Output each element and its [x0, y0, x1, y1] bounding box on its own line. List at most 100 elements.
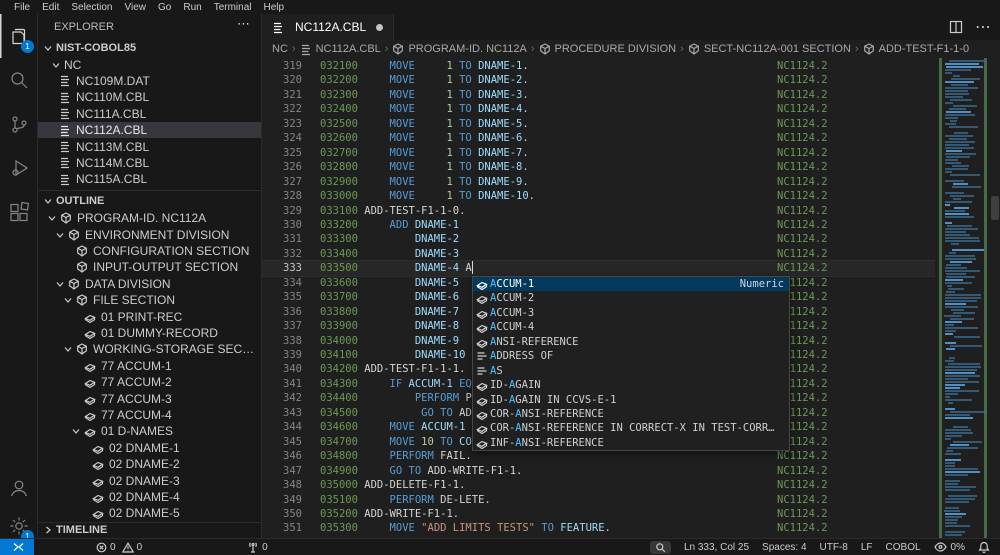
editor-line-331[interactable]: 331033300 DNAME-2NC1124.2: [262, 232, 935, 246]
menu-item-go[interactable]: Go: [152, 2, 177, 13]
suggest-item-as[interactable]: AS: [473, 363, 789, 377]
file-item-nc112a.cbl[interactable]: NC112A.CBL: [38, 122, 261, 138]
breadcrumb-item-add-test-f1-1-0[interactable]: ADD-TEST-F1-1-0: [863, 43, 969, 55]
zoom-status[interactable]: [650, 541, 671, 554]
menu-item-help[interactable]: Help: [258, 2, 291, 13]
file-item-nc113m.cbl[interactable]: NC113M.CBL: [38, 138, 261, 154]
code-line[interactable]: 033600 DNAME-5: [320, 276, 459, 290]
outline-item-77-accum-1[interactable]: 77 ACCUM-1: [38, 358, 261, 374]
outline-item-02-dname-4[interactable]: 02 DNAME-4: [38, 489, 261, 505]
editor-line-326[interactable]: 326032800 MOVE 1 TO DNAME-8.NC1124.2: [262, 160, 935, 174]
breadcrumb-item-nc112a-cbl[interactable]: NC112A.CBL: [300, 43, 381, 56]
code-line[interactable]: 035200 ADD-WRITE-F1-1.: [320, 507, 459, 521]
editor-line-321[interactable]: 321032300 MOVE 1 TO DNAME-3.NC1124.2: [262, 88, 935, 102]
outline-item-program-id-nc112a[interactable]: PROGRAM-ID. NC112A: [38, 210, 261, 226]
code-line[interactable]: 034100 DNAME-10: [320, 348, 465, 362]
outline-item-01-print-rec[interactable]: 01 PRINT-REC: [38, 308, 261, 324]
ports-status[interactable]: 0: [247, 541, 268, 553]
code-line[interactable]: 032300 MOVE 1 TO DNAME-3.: [320, 88, 529, 102]
editor-line-351[interactable]: 351035300 MOVE "ADD LIMITS TESTS" TO FEA…: [262, 521, 935, 535]
code-line[interactable]: 032500 MOVE 1 TO DNAME-5.: [320, 117, 529, 131]
code-line[interactable]: 032800 MOVE 1 TO DNAME-8.: [320, 160, 529, 174]
outline-section-header[interactable]: OUTLINE: [38, 190, 261, 210]
outline-item-01-d-names[interactable]: 01 D-NAMES: [38, 423, 261, 439]
menu-item-edit[interactable]: Edit: [36, 2, 65, 13]
outline-item-02-dname-2[interactable]: 02 DNAME-2: [38, 456, 261, 472]
editor-line-329[interactable]: 329033100 ADD-TEST-F1-1-0.NC1124.2: [262, 204, 935, 218]
code-line[interactable]: 032100 MOVE 1 TO DNAME-1.: [320, 59, 529, 73]
screencast-status[interactable]: 0%: [934, 542, 965, 553]
file-item-nc109m.dat[interactable]: NC109M.DAT: [38, 73, 261, 89]
suggest-item-id-again-in-ccvs-e-1[interactable]: ID-AGAIN IN CCVS-E-1: [473, 392, 789, 406]
outline-item-input-output-section[interactable]: INPUT-OUTPUT SECTION: [38, 259, 261, 275]
indentation-status[interactable]: Spaces: 4: [762, 542, 806, 553]
code-line[interactable]: 034400 PERFORM PASS: [320, 391, 491, 405]
code-line[interactable]: 033400 DNAME-3: [320, 247, 459, 261]
editor-line-327[interactable]: 327032900 MOVE 1 TO DNAME-9.NC1124.2: [262, 175, 935, 189]
minimap[interactable]: [935, 58, 990, 538]
code-line[interactable]: 035300 MOVE "ADD LIMITS TESTS" TO FEATUR…: [320, 521, 611, 535]
breadcrumb-item-procedure-division[interactable]: PROCEDURE DIVISION: [539, 43, 677, 55]
code-editor[interactable]: 318032000 MOVE 0 TO ACCUM-4.NC1124.23190…: [262, 58, 1000, 538]
suggest-item-cor-ansi-reference[interactable]: COR-ANSI-REFERENCE: [473, 407, 789, 421]
notifications-bell-icon[interactable]: [978, 541, 990, 553]
remote-indicator[interactable]: [0, 539, 34, 555]
suggest-item-accum-2[interactable]: ACCUM-2: [473, 291, 789, 305]
code-line[interactable]: 032200 MOVE 1 TO DNAME-2.: [320, 73, 529, 87]
outline-item-data-division[interactable]: DATA DIVISION: [38, 276, 261, 292]
menu-item-run[interactable]: Run: [177, 2, 207, 13]
cursor-position-status[interactable]: Ln 333, Col 25: [684, 542, 749, 553]
code-line[interactable]: 033700 DNAME-6: [320, 290, 459, 304]
suggest-item-accum-3[interactable]: ACCUM-3: [473, 306, 789, 320]
file-item-nc111a.cbl[interactable]: NC111A.CBL: [38, 106, 261, 122]
timeline-section-header[interactable]: TIMELINE: [38, 522, 261, 538]
outline-item-file-section[interactable]: FILE SECTION: [38, 292, 261, 308]
outline-item-environment-division[interactable]: ENVIRONMENT DIVISION: [38, 226, 261, 242]
editor-line-324[interactable]: 324032600 MOVE 1 TO DNAME-6.NC1124.2: [262, 131, 935, 145]
code-line[interactable]: 032700 MOVE 1 TO DNAME-7.: [320, 146, 529, 160]
activity-item-run-debug[interactable]: [0, 146, 38, 190]
file-item-nc114m.cbl[interactable]: NC114M.CBL: [38, 155, 261, 171]
suggest-item-accum-4[interactable]: ACCUM-4: [473, 320, 789, 334]
code-line[interactable]: 032400 MOVE 1 TO DNAME-4.: [320, 102, 529, 116]
editor-line-323[interactable]: 323032500 MOVE 1 TO DNAME-5.NC1124.2: [262, 117, 935, 131]
activity-item-extensions[interactable]: [0, 190, 38, 234]
editor-line-348[interactable]: 348035000 ADD-DELETE-F1-1.NC1124.2: [262, 478, 935, 492]
code-line[interactable]: 034200 ADD-TEST-F1-1-1.: [320, 362, 465, 376]
suggest-item-cor-ansi-reference-in-correct-x-in-test-corr-[interactable]: COR-ANSI-REFERENCE IN CORRECT-X IN TEST-…: [473, 421, 789, 435]
outline-item-working-storage-section[interactable]: WORKING-STORAGE SECTION: [38, 341, 261, 357]
code-line[interactable]: 032900 MOVE 1 TO DNAME-9.: [320, 175, 529, 189]
breadcrumb-item-program-id-nc112a[interactable]: PROGRAM-ID. NC112A: [392, 43, 526, 55]
editor-line-320[interactable]: 320032200 MOVE 1 TO DNAME-2.NC1124.2: [262, 73, 935, 87]
folder-nc[interactable]: NC: [38, 56, 261, 72]
outline-item-77-accum-4[interactable]: 77 ACCUM-4: [38, 407, 261, 423]
code-line[interactable]: 033100 ADD-TEST-F1-1-0.: [320, 204, 465, 218]
breadcrumb-item-sect-nc112a-001-section[interactable]: SECT-NC112A-001 SECTION: [688, 43, 851, 55]
code-line[interactable]: 034000 DNAME-9: [320, 334, 459, 348]
code-line[interactable]: 034500 GO TO ADD-W: [320, 406, 491, 420]
menu-item-terminal[interactable]: Terminal: [208, 2, 258, 13]
editor-line-325[interactable]: 325032700 MOVE 1 TO DNAME-7.NC1124.2: [262, 146, 935, 160]
editor-line-328[interactable]: 328033000 MOVE 1 TO DNAME-10.NC1124.2: [262, 189, 935, 203]
code-line[interactable]: 035100 PERFORM DE-LETE.: [320, 493, 491, 507]
suggest-item-accum-1[interactable]: ACCUM-1Numeric: [473, 277, 789, 291]
split-editor-icon[interactable]: [949, 20, 963, 34]
breadcrumb-item-nc[interactable]: NC: [272, 43, 288, 55]
problems-status[interactable]: 0 0: [96, 542, 142, 553]
scrollbar[interactable]: [990, 58, 1000, 538]
activity-item-search[interactable]: [0, 58, 38, 102]
code-line[interactable]: 034800 PERFORM FAIL.: [320, 449, 472, 463]
outline-item-02-dname-1[interactable]: 02 DNAME-1: [38, 440, 261, 456]
file-item-nc110m.cbl[interactable]: NC110M.CBL: [38, 89, 261, 105]
code-line[interactable]: 032600 MOVE 1 TO DNAME-6.: [320, 131, 529, 145]
editor-line-350[interactable]: 350035200 ADD-WRITE-F1-1.NC1124.2: [262, 507, 935, 521]
suggest-item-id-again[interactable]: ID-AGAIN: [473, 378, 789, 392]
code-line[interactable]: 034700 MOVE 10 TO CORRE: [320, 435, 491, 449]
menu-item-file[interactable]: File: [8, 2, 36, 13]
code-line[interactable]: 033300 DNAME-2: [320, 232, 459, 246]
editor-line-330[interactable]: 330033200 ADD DNAME-1NC1124.2: [262, 218, 935, 232]
code-line[interactable]: 034300 IF ACCUM-1 EQUAL: [320, 377, 491, 391]
more-actions-icon[interactable]: ⋯: [975, 17, 992, 37]
outline-item-02-dname-5[interactable]: 02 DNAME-5: [38, 505, 261, 521]
activity-item-explorer[interactable]: 1: [0, 14, 38, 58]
